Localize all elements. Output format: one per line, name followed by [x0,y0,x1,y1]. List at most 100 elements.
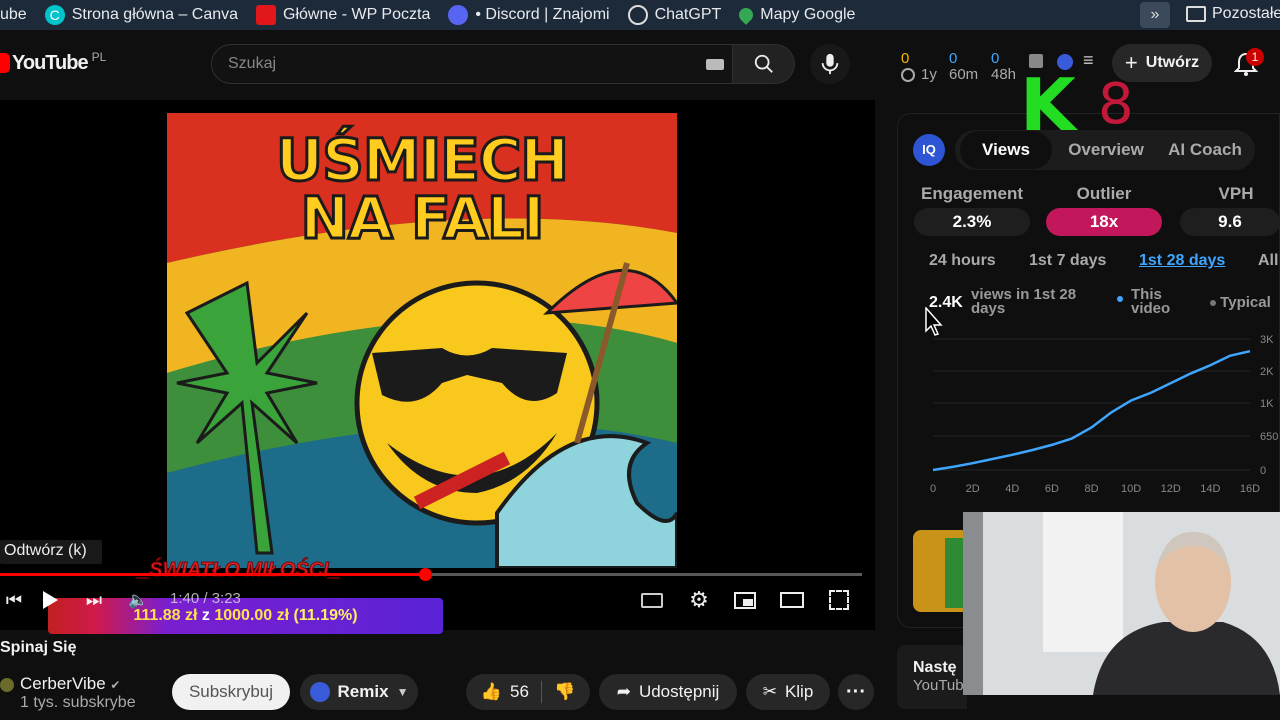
stat-count: 0 [949,50,958,67]
bookmark-wp-poczta[interactable]: Główne - WP Poczta [256,5,430,25]
chatgpt-icon [627,5,648,25]
thumbnail-title-line: NA FALI [299,184,546,252]
bookmark-discord[interactable]: • Discord | Znajomi [448,5,610,25]
fullscreen-button[interactable] [825,586,853,614]
search-button[interactable] [733,44,795,84]
legend-label: Typical [1220,294,1271,311]
time-display: 1:40 / 3:23 [170,590,241,607]
channel-name[interactable]: CerberVibe ✔ [20,674,120,694]
bookmark-label: Mapy Google [760,6,856,23]
canva-icon: C [44,5,65,25]
miniplayer-icon [734,591,756,609]
period-28-days[interactable]: 1st 28 days [1139,252,1225,270]
next-video-thumbnail[interactable] [913,530,969,612]
clip-button[interactable]: ✂ Klip [746,674,830,710]
bookmarks-bar: ube C Strona główna – Canva Główne - WP P… [0,0,1280,30]
period-24h[interactable]: 24 hours [929,252,996,270]
notifications-button[interactable]: 1 [1230,46,1266,82]
bookmark-folder-other[interactable]: Pozostałe [1186,5,1280,23]
video-frame[interactable]: UŚMIECH NA FALI [167,113,677,568]
notification-badge: 1 [1246,48,1264,66]
chart-x-tick: 0 [930,483,936,495]
bookmark-youtube[interactable]: ube [0,6,27,24]
webcam-person [963,512,1280,695]
chart-y-tick: 650 [1260,431,1278,443]
period-all[interactable]: All [1258,252,1278,270]
stat-count: 0 [991,50,1000,67]
legend-dot [1117,296,1123,302]
up-next-card[interactable]: Nastę YouTube Mix [897,645,1000,709]
youtube-logo[interactable]: YouTube PL [0,48,106,78]
chart-x-tick: 10D [1121,483,1141,495]
folder-label: Pozostałe [1212,5,1280,22]
clip-label: Klip [784,682,814,701]
up-next-subtitle: YouTube Mix [913,677,1000,694]
chart-x-tick: 12D [1161,483,1181,495]
youtube-play-logo-icon [0,53,10,73]
menu-icon[interactable]: ≡ [1083,50,1094,71]
remix-button[interactable]: Remix ▼ [300,674,418,710]
gear-icon: ⚙ [689,587,709,612]
stat-time: 1y [921,66,937,83]
period-7-days[interactable]: 1st 7 days [1029,252,1106,270]
chart-x-tick: 2D [966,483,980,495]
settings-button[interactable]: ⚙ [685,586,713,614]
chart-y-tick: 3K [1260,334,1274,346]
metric-value-vph: 9.6 [1180,208,1280,236]
stat-time: 60m [949,66,979,83]
stat-time: 48h [991,66,1017,83]
voice-search-button[interactable] [810,44,850,84]
next-button[interactable]: ⏭ [80,586,108,614]
stream-overlay-counter: K 8 [1020,69,1140,141]
theater-mode-button[interactable] [778,586,806,614]
discord-icon [448,5,469,25]
chart-y-tick: 0 [1260,465,1266,477]
folder-icon [1186,6,1206,22]
like-count: 56 [510,682,529,701]
fullscreen-icon [829,590,849,610]
bookmark-label: ChatGPT [654,6,722,23]
bookmark-label: Główne - WP Poczta [283,6,431,23]
keyboard-icon[interactable] [706,59,724,70]
tab-ai-coach[interactable]: AI Coach [1162,131,1248,169]
chart-x-tick: 4D [1005,483,1019,495]
search-icon [754,54,773,73]
song-title-overlay: _ŚWIATŁO MIŁOŚCI_ [138,559,341,582]
previous-button[interactable]: ⏮ [0,586,28,614]
bookmark-label: ube [0,6,27,23]
more-actions-button[interactable]: ··· [838,674,874,710]
skip-next-icon: ⏭ [85,589,103,610]
search-input[interactable]: Szukaj [211,44,733,84]
share-icon: ➦ [616,682,631,701]
subtitles-button[interactable] [638,586,666,614]
remix-label: Remix [337,682,389,701]
bookmark-chatgpt[interactable]: ChatGPT [627,5,722,25]
video-title: Spinaj Się [0,639,77,656]
bookmark-canva[interactable]: C Strona główna – Canva [44,5,238,25]
wp-icon [256,5,277,25]
thumbs-down-icon: 👎 [553,682,576,701]
maps-pin-icon [736,5,757,25]
verified-icon: ✔ [110,678,121,692]
like-button[interactable]: 👍 56 [481,682,529,702]
theater-mode-icon [780,592,804,608]
chevron-double-right-icon[interactable]: » [1140,2,1170,28]
subtitles-icon [641,592,663,608]
miniplayer-button[interactable] [731,586,759,614]
dislike-button[interactable]: 👎 [554,682,575,702]
play-button[interactable] [36,586,64,614]
mute-button[interactable]: 🔈 [124,586,152,614]
subscribe-button[interactable]: Subskrybuj [172,674,290,710]
chart-x-tick: 16D [1240,483,1260,495]
bookmark-maps[interactable]: Mapy Google [736,5,856,25]
share-button[interactable]: ➦ Udostępnij [599,674,737,710]
legend-dot [1210,300,1216,307]
chart-series-line [932,349,1251,472]
progress-scrubber[interactable] [418,568,432,581]
overlay-letter: K [1020,63,1076,147]
divider [540,681,542,703]
up-next-label: Nastę [913,659,957,676]
create-label: Utwórz [1145,54,1200,71]
channel-avatar[interactable] [0,678,14,692]
metric-value-outlier: 18x [1046,208,1162,236]
